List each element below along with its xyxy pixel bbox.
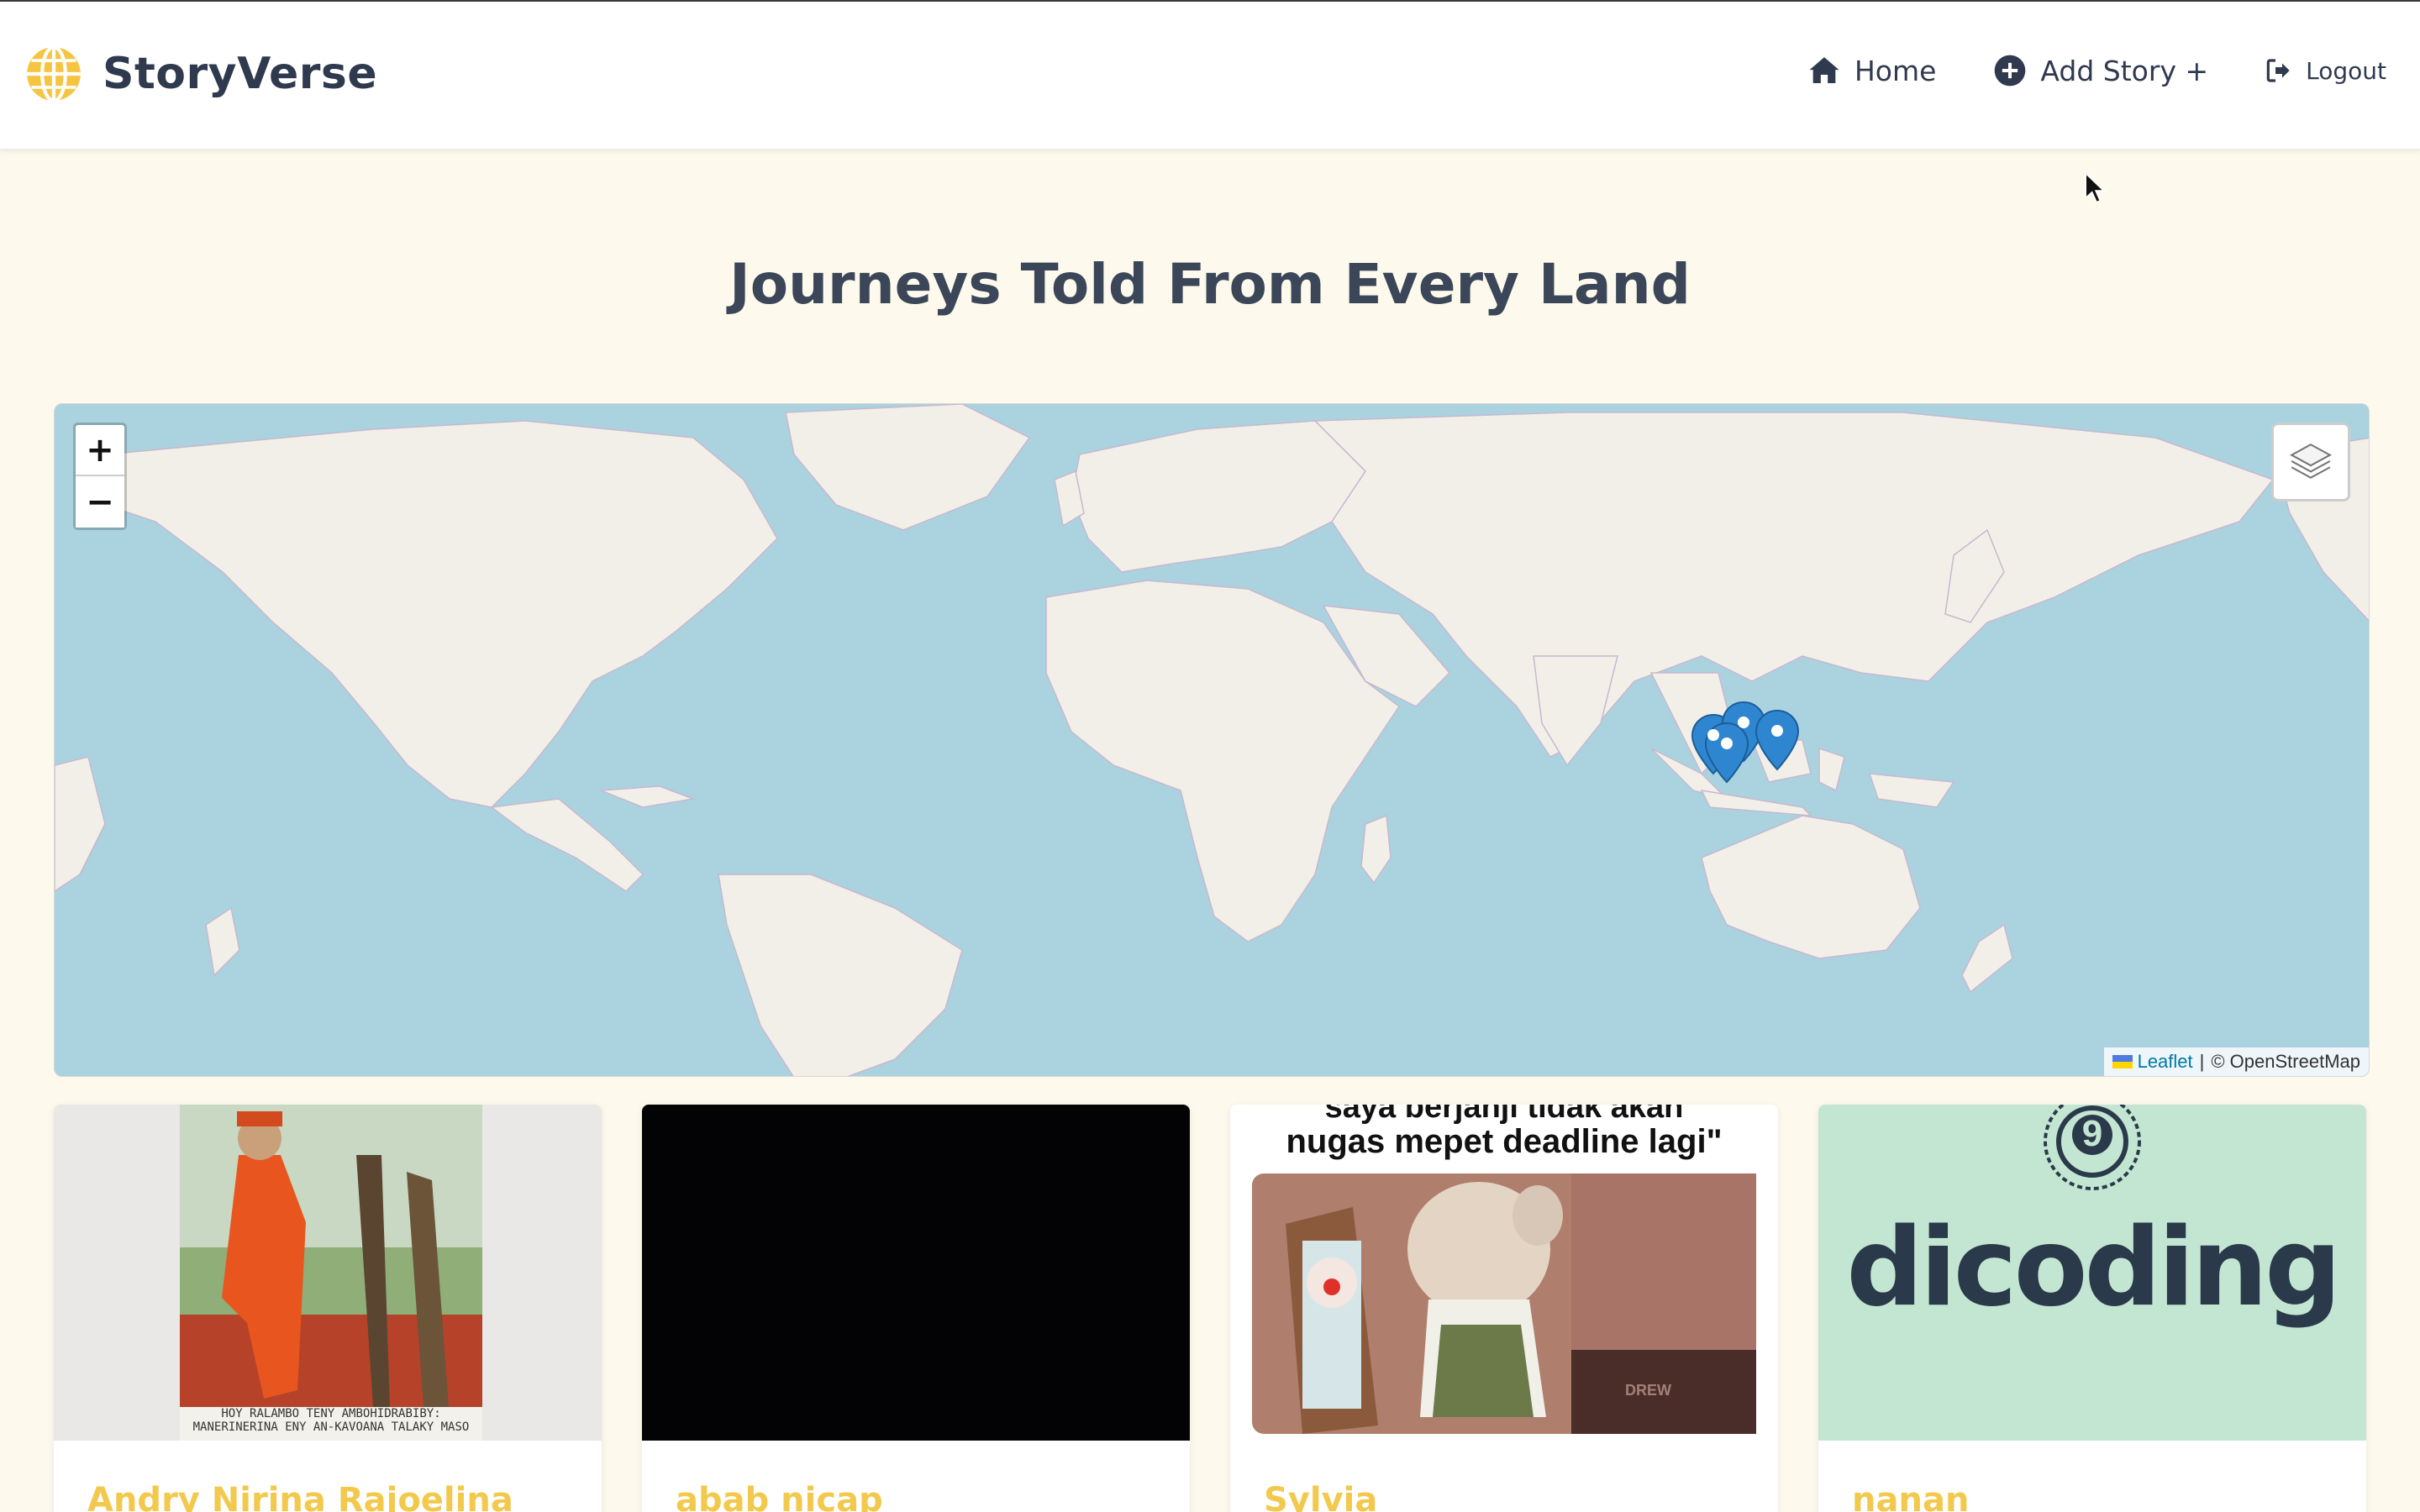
story-image: saya berjanji tidak akan nugas mepet dea… [1230, 1105, 1778, 1441]
layers-icon [2289, 444, 2333, 479]
image-watermark: DREW [1625, 1382, 1671, 1399]
page-title: Journeys Told From Every Land [729, 252, 1691, 317]
app-header: StoryVerse Home Add Story + Logout [0, 2, 2420, 150]
zoom-in-button[interactable]: + [76, 425, 124, 476]
nav-home-link[interactable]: Home [1807, 54, 1936, 87]
world-map-tiles [55, 404, 2369, 1076]
story-card[interactable]: saya berjanji tidak akan nugas mepet dea… [1230, 1105, 1778, 1512]
home-icon [1809, 57, 1839, 83]
story-image [642, 1105, 1190, 1441]
logout-icon [2266, 59, 2290, 82]
painting-image [54, 1105, 602, 1441]
osm-attribution[interactable]: © OpenStreetMap [2211, 1051, 2360, 1073]
layers-control-button[interactable] [2271, 423, 2350, 501]
nav-logout-link[interactable]: Logout [2265, 57, 2386, 85]
map-attribution: Leaflet | © OpenStreetMap [2103, 1047, 2369, 1076]
app-name: StoryVerse [103, 49, 378, 99]
story-title[interactable]: abab nicap [676, 1481, 883, 1512]
nav-logout-label: Logout [2306, 56, 2386, 85]
zoom-control: + − [73, 423, 127, 530]
story-card[interactable]: 9 dicoding nanan [1818, 1105, 2366, 1512]
story-title[interactable]: nanan [1852, 1481, 1969, 1512]
story-title[interactable]: Andry Nirina Rajoelina [87, 1481, 513, 1512]
zoom-out-button[interactable]: − [76, 476, 124, 528]
leaflet-link[interactable]: Leaflet [2138, 1051, 2193, 1073]
story-map[interactable]: + − Leaflet | © OpenStreetMap [54, 403, 2370, 1077]
meme-caption-main: nugas mepet deadline lagi" [1286, 1123, 1723, 1160]
story-title[interactable]: Sylvia [1264, 1481, 1377, 1512]
nav-home-label: Home [1854, 54, 1937, 87]
plus-circle-icon [1995, 55, 2026, 87]
globe-icon [27, 45, 81, 102]
story-image: 9 dicoding [1818, 1105, 2366, 1441]
main-nav: Home Add Story + Logout [1750, 54, 2386, 87]
story-card[interactable]: abab nicap [642, 1105, 1190, 1512]
brand[interactable]: StoryVerse [25, 45, 377, 102]
meme-scene-image [1252, 1173, 1756, 1434]
dicoding-logo-text: dicoding [1846, 1205, 2342, 1331]
badge-number: 9 [2081, 1113, 2103, 1154]
nav-add-story-label: Add Story + [2040, 54, 2209, 87]
story-card[interactable]: HOY RALAMBO TENY AMBOHIDRABIBY: MANERINE… [54, 1105, 602, 1512]
mouse-cursor-icon [2085, 171, 2107, 204]
painting-caption: HOY RALAMBO TENY AMBOHIDRABIBY: MANERINE… [192, 1407, 470, 1434]
nav-add-story-link[interactable]: Add Story + [1993, 54, 2208, 87]
attribution-separator: | [2199, 1051, 2205, 1072]
ukraine-flag-icon [2112, 1055, 2133, 1068]
story-image: HOY RALAMBO TENY AMBOHIDRABIBY: MANERINE… [54, 1105, 602, 1441]
